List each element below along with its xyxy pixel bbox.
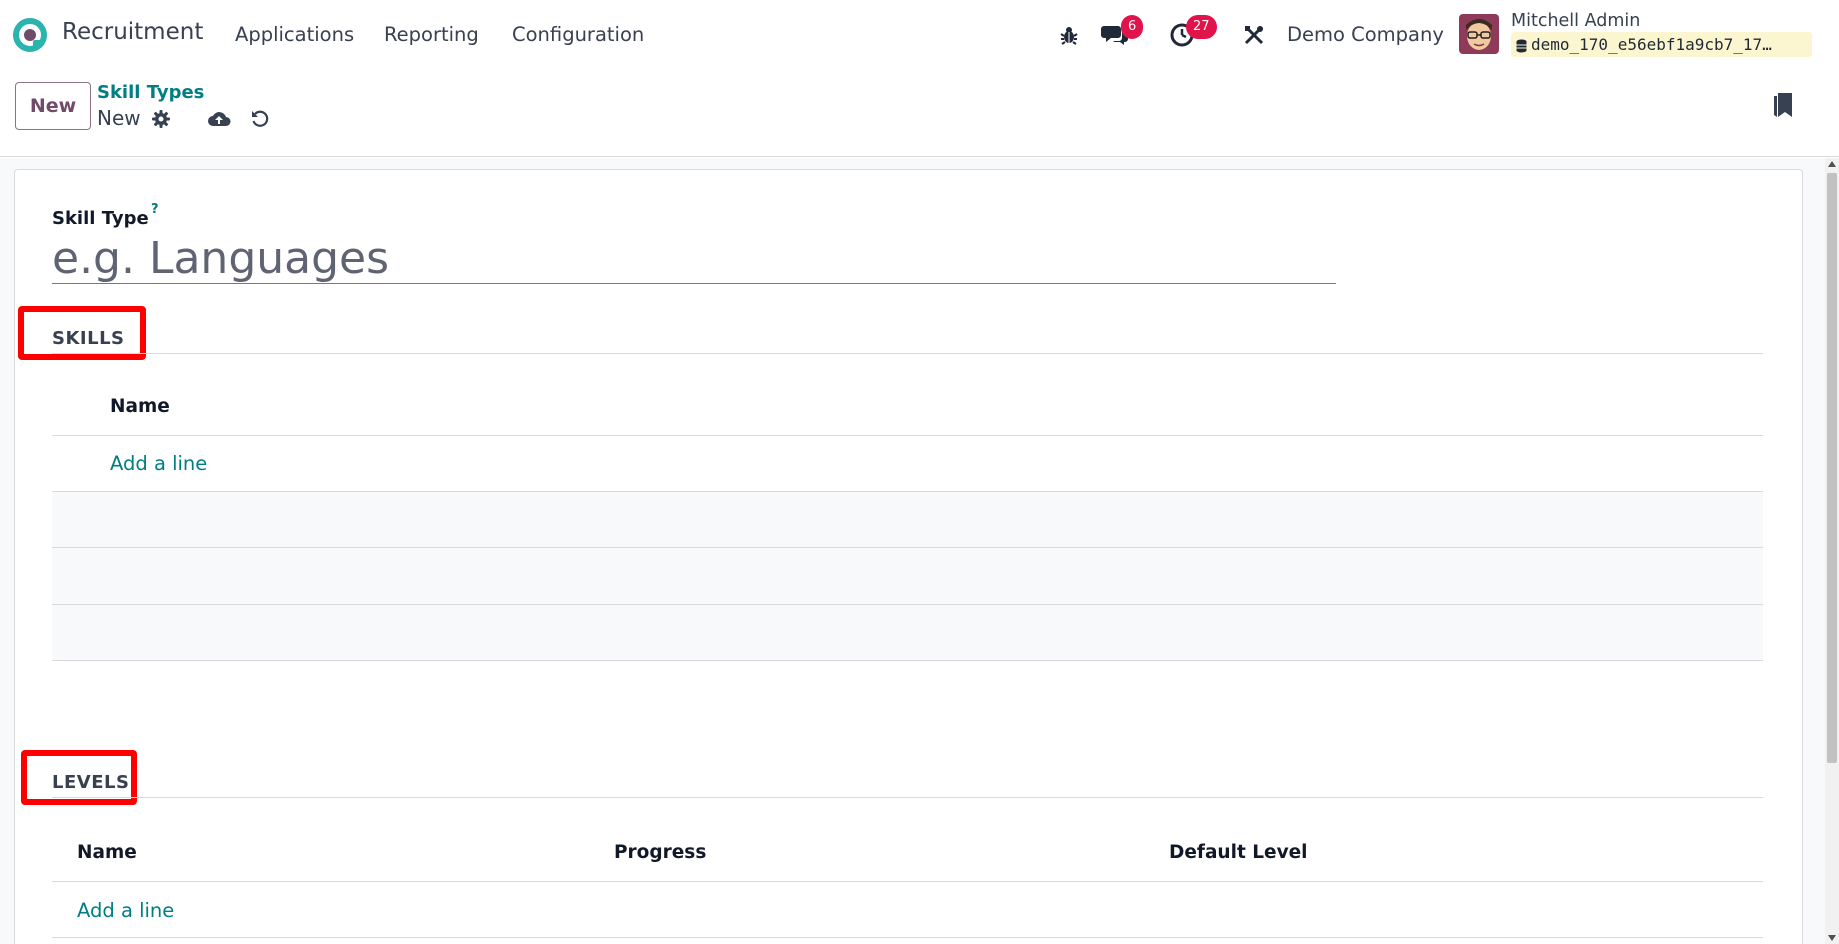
scrollbar-thumb[interactable]	[1827, 173, 1837, 763]
messages-count-badge: 6	[1121, 15, 1144, 39]
database-name: demo_170_e56ebf1a9cb7_17…	[1511, 32, 1812, 57]
odoo-logo-icon[interactable]	[13, 18, 47, 52]
levels-column-name[interactable]: Name	[77, 842, 137, 863]
cloud-upload-icon[interactable]	[206, 106, 232, 132]
scroll-up-arrow-icon[interactable]	[1828, 161, 1836, 167]
activities-count-badge: 27	[1186, 15, 1217, 39]
scroll-down-arrow-icon[interactable]	[1828, 935, 1836, 941]
levels-add-divider	[52, 937, 1763, 938]
bookmark-icon[interactable]	[1770, 92, 1796, 118]
levels-header-divider	[52, 881, 1763, 882]
levels-divider	[52, 797, 1763, 798]
avatar[interactable]	[1459, 14, 1499, 54]
help-tooltip-icon[interactable]: ?	[151, 202, 159, 217]
levels-add-line-link[interactable]: Add a line	[77, 899, 174, 922]
bug-icon[interactable]	[1054, 20, 1084, 50]
skills-empty-row	[52, 605, 1763, 661]
tools-icon[interactable]	[1239, 20, 1269, 50]
breadcrumb-current: New	[97, 106, 141, 130]
skills-empty-row	[52, 548, 1763, 605]
menu-applications[interactable]: Applications	[235, 23, 354, 46]
skills-section-title: SKILLS	[52, 328, 125, 349]
undo-icon[interactable]	[247, 106, 273, 132]
gear-icon[interactable]	[148, 106, 174, 132]
company-switcher[interactable]: Demo Company	[1287, 23, 1444, 46]
new-button[interactable]: New	[15, 82, 91, 130]
menu-configuration[interactable]: Configuration	[512, 23, 644, 46]
levels-column-progress[interactable]: Progress	[614, 842, 706, 863]
database-icon	[1516, 39, 1527, 52]
levels-section-title: LEVELS	[52, 772, 130, 793]
skills-empty-row	[52, 492, 1763, 548]
app-title[interactable]: Recruitment	[62, 19, 203, 45]
skill-type-label: Skill Type	[52, 208, 149, 229]
top-navbar: Recruitment Applications Reporting Confi…	[0, 0, 1839, 70]
vertical-scrollbar[interactable]	[1825, 158, 1839, 944]
control-panel: New Skill Types New	[0, 70, 1839, 157]
skills-divider	[52, 353, 1763, 354]
database-label: demo_170_e56ebf1a9cb7_17…	[1531, 35, 1772, 54]
menu-reporting[interactable]: Reporting	[384, 23, 479, 46]
user-name[interactable]: Mitchell Admin	[1511, 11, 1640, 31]
skill-type-input[interactable]	[52, 234, 1336, 284]
form-view: Skill Type ? SKILLS Name Add a line LEVE…	[0, 158, 1825, 944]
levels-column-default-level[interactable]: Default Level	[1169, 842, 1308, 863]
form-sheet: Skill Type ? SKILLS Name Add a line LEVE…	[14, 169, 1803, 944]
skills-add-line-link[interactable]: Add a line	[110, 452, 207, 475]
breadcrumb-skill-types[interactable]: Skill Types	[97, 82, 204, 103]
skills-column-name[interactable]: Name	[110, 396, 170, 417]
skills-header-divider	[52, 435, 1763, 436]
